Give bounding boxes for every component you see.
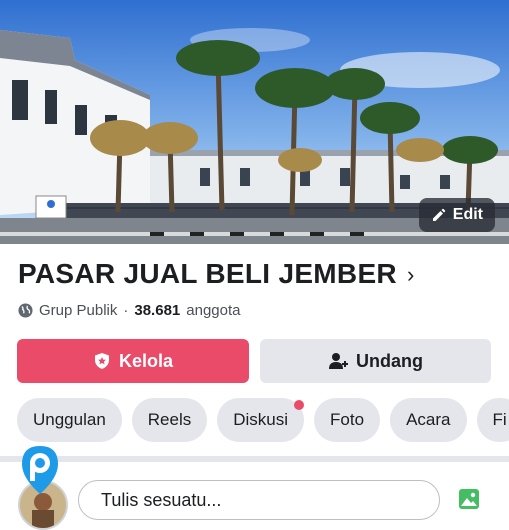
globe-icon — [18, 303, 33, 318]
tab-reels[interactable]: Reels — [132, 398, 207, 442]
edit-cover-button[interactable]: Edit — [419, 198, 495, 232]
post-composer: Tulis sesuatu... — [0, 462, 509, 509]
group-tabs: Unggulan Reels Diskusi Foto Acara Fi — [17, 398, 509, 442]
post-input[interactable]: Tulis sesuatu... — [78, 480, 440, 520]
photo-icon[interactable] — [458, 488, 480, 510]
tab-label: Acara — [406, 410, 450, 430]
add-person-icon — [328, 352, 348, 370]
member-label: anggota — [186, 302, 240, 319]
group-name: PASAR JUAL BELI JEMBER — [18, 258, 397, 290]
pin-badge-icon — [20, 444, 60, 496]
meta-separator: · — [123, 302, 128, 319]
tab-more-partial[interactable]: Fi — [477, 398, 509, 442]
privacy-label: Grup Publik — [39, 302, 117, 319]
post-input-placeholder: Tulis sesuatu... — [101, 490, 221, 511]
shield-star-icon — [93, 352, 111, 370]
invite-label: Undang — [356, 351, 423, 372]
tab-unggulan[interactable]: Unggulan — [17, 398, 122, 442]
manage-label: Kelola — [119, 351, 173, 372]
invite-button[interactable]: Undang — [260, 339, 491, 383]
tab-label: Reels — [148, 410, 191, 430]
tab-acara[interactable]: Acara — [390, 398, 466, 442]
notification-dot — [294, 400, 304, 410]
group-title[interactable]: PASAR JUAL BELI JEMBER › — [18, 258, 415, 290]
chevron-right-icon: › — [407, 262, 415, 288]
tab-label: Fi — [493, 410, 507, 430]
tab-label: Unggulan — [33, 410, 106, 430]
pencil-icon — [431, 207, 447, 223]
tab-foto[interactable]: Foto — [314, 398, 380, 442]
tab-diskusi[interactable]: Diskusi — [217, 398, 304, 442]
tab-label: Foto — [330, 410, 364, 430]
tab-label: Diskusi — [233, 410, 288, 430]
group-meta: Grup Publik · 38.681 anggota — [18, 302, 241, 319]
cover-photo[interactable]: Edit — [0, 0, 509, 244]
edit-label: Edit — [453, 206, 483, 224]
manage-button[interactable]: Kelola — [17, 339, 249, 383]
member-count: 38.681 — [134, 302, 180, 319]
